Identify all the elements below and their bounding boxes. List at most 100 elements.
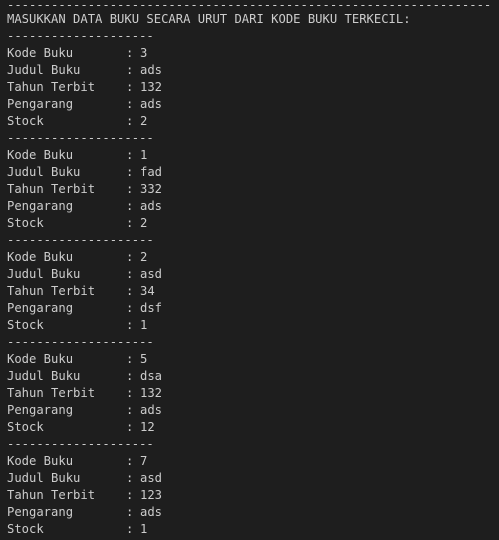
record-judul-line: Judul Buku: asd [7,266,497,283]
field-value-kode: 3 [140,46,148,60]
record-kode-line: Kode Buku:1 [7,147,497,164]
field-colon: : [126,216,134,230]
record-judul-line: Judul Buku: ads [7,62,497,79]
record-stock-line: Stock:1 [7,521,497,538]
field-label-stock: Stock [7,216,44,230]
field-colon: : [126,165,134,179]
field-value-stock: 12 [140,420,155,434]
field-label-judul: Judul Buku [7,471,81,485]
field-colon: : [126,250,134,264]
field-colon: : [126,114,134,128]
field-label-judul: Judul Buku [7,63,81,77]
record-kode-line: Kode Buku:5 [7,351,497,368]
field-colon: : [126,301,134,315]
record-pengarang-line: Pengarang: ads [7,402,497,419]
record-stock-line: Stock:1 [7,317,497,334]
field-value-pengarang: ads [140,505,163,519]
field-value-judul: asd [140,267,163,281]
field-colon: : [126,97,134,111]
record-separator: -------------------- [7,437,154,451]
field-label-stock: Stock [7,114,44,128]
field-value-stock: 2 [140,216,148,230]
record-stock-line: Stock:12 [7,419,497,436]
field-colon: : [126,80,134,94]
field-value-tahun: 132 [140,80,163,94]
field-value-tahun: 332 [140,182,163,196]
field-label-stock: Stock [7,318,44,332]
record-tahun-line: Tahun Terbit:132 [7,385,497,402]
field-value-pengarang: ads [140,403,163,417]
record-separator: -------------------- [7,29,154,43]
record-judul-line: Judul Buku: dsa [7,368,497,385]
field-label-kode: Kode Buku [7,454,74,468]
field-colon: : [126,63,134,77]
field-colon: : [126,386,134,400]
field-value-tahun: 123 [140,488,163,502]
field-label-pengarang: Pengarang [7,505,74,519]
field-label-tahun: Tahun Terbit [7,386,96,400]
field-value-stock: 2 [140,114,148,128]
field-value-judul: fad [140,165,163,179]
field-label-kode: Kode Buku [7,352,74,366]
field-value-pengarang: dsf [140,301,163,315]
record-kode-line: Kode Buku:7 [7,453,497,470]
field-value-kode: 2 [140,250,148,264]
field-colon: : [126,148,134,162]
field-label-tahun: Tahun Terbit [7,284,96,298]
record-stock-line: Stock:2 [7,113,497,130]
field-value-pengarang: ads [140,199,163,213]
field-value-judul: asd [140,471,163,485]
field-colon: : [126,420,134,434]
field-value-judul: ads [140,63,163,77]
field-value-kode: 5 [140,352,148,366]
field-label-tahun: Tahun Terbit [7,488,96,502]
field-label-judul: Judul Buku [7,267,81,281]
field-label-pengarang: Pengarang [7,97,74,111]
records-container: -------------------- Kode Buku:3 Judul Buk… [7,28,497,538]
field-label-tahun: Tahun Terbit [7,182,96,196]
field-colon: : [126,403,134,417]
record-tahun-line: Tahun Terbit:123 [7,487,497,504]
field-value-tahun: 132 [140,386,163,400]
field-value-stock: 1 [140,318,148,332]
field-colon: : [126,505,134,519]
field-colon: : [126,284,134,298]
record-pengarang-line: Pengarang: ads [7,198,497,215]
field-colon: : [126,522,134,536]
record-judul-line: Judul Buku: fad [7,164,497,181]
field-value-judul: dsa [140,369,163,383]
field-label-stock: Stock [7,522,44,536]
field-colon: : [126,182,134,196]
terminal-output[interactable]: -------------------- --------------------… [7,0,497,538]
field-label-pengarang: Pengarang [7,199,74,213]
field-colon: : [126,471,134,485]
field-label-stock: Stock [7,420,44,434]
field-colon: : [126,352,134,366]
field-label-pengarang: Pengarang [7,403,74,417]
field-colon: : [126,454,134,468]
field-label-judul: Judul Buku [7,165,81,179]
field-colon: : [126,267,134,281]
field-value-kode: 7 [140,454,148,468]
field-value-stock: 1 [140,522,148,536]
field-label-kode: Kode Buku [7,148,74,162]
field-colon: : [126,488,134,502]
top-separator: ----------------------------------------… [7,0,492,11]
field-colon: : [126,199,134,213]
record-separator: -------------------- [7,233,154,247]
field-value-kode: 1 [140,148,148,162]
record-kode-line: Kode Buku:2 [7,249,497,266]
field-colon: : [126,318,134,332]
field-label-kode: Kode Buku [7,250,74,264]
field-value-pengarang: ads [140,97,163,111]
record-pengarang-line: Pengarang: ads [7,504,497,521]
record-tahun-line: Tahun Terbit:34 [7,283,497,300]
field-label-pengarang: Pengarang [7,301,74,315]
field-colon: : [126,369,134,383]
record-judul-line: Judul Buku: asd [7,470,497,487]
field-label-kode: Kode Buku [7,46,74,60]
field-value-tahun: 34 [140,284,155,298]
record-tahun-line: Tahun Terbit:132 [7,79,497,96]
record-pengarang-line: Pengarang: dsf [7,300,497,317]
field-label-judul: Judul Buku [7,369,81,383]
